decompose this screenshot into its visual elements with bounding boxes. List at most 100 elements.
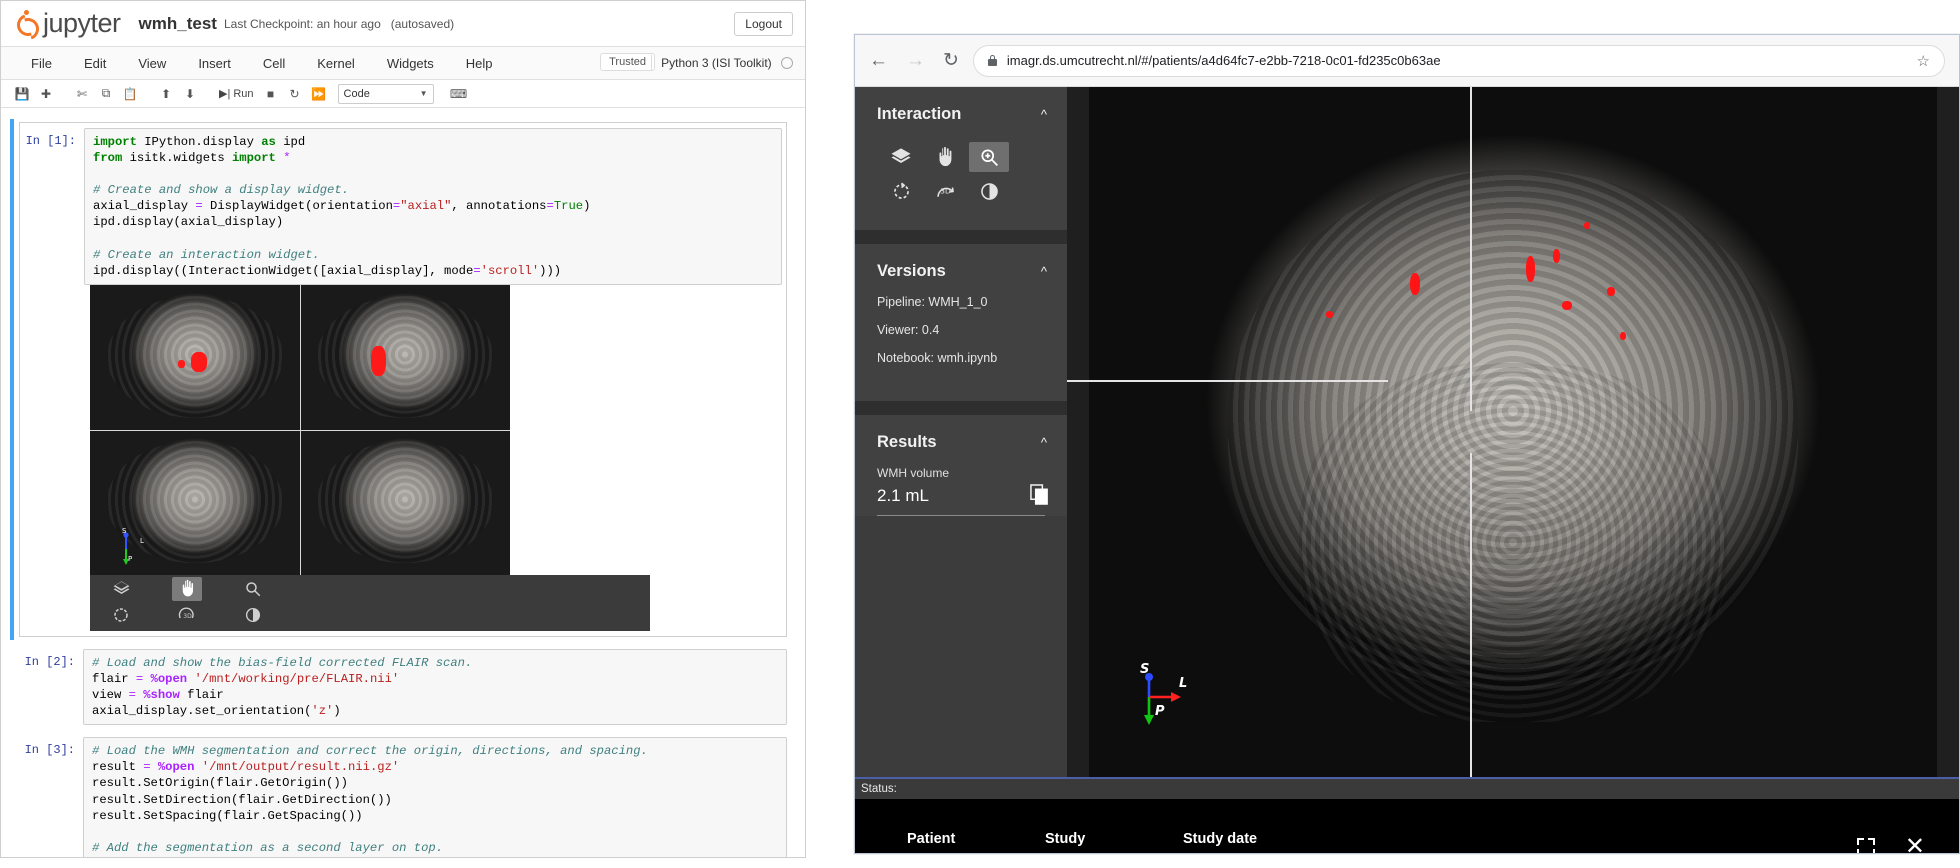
notebook-cell-3[interactable]: In [3]: # Load the WMH segmentation and … xyxy=(19,737,787,858)
3d-icon[interactable]: 3D xyxy=(925,176,965,206)
kernel-busy-icon xyxy=(781,57,793,69)
run-button[interactable]: ▶| Run xyxy=(215,87,258,101)
layers-icon[interactable] xyxy=(881,142,921,172)
orientation-marker-small: S P L xyxy=(116,527,166,567)
panel-results-header[interactable]: Results ^ xyxy=(855,415,1067,466)
crosshair-vertical-upper xyxy=(1470,87,1472,412)
kernel-indicator[interactable]: Python 3 (ISI Toolkit) xyxy=(651,55,793,71)
menu-insert[interactable]: Insert xyxy=(182,56,247,71)
restart-icon[interactable]: ↻ xyxy=(284,84,306,104)
panel-results-title: Results xyxy=(877,433,937,451)
command-palette-icon[interactable]: ⌨ xyxy=(448,84,470,104)
stop-icon[interactable]: ■ xyxy=(260,84,282,104)
mri-quadrant-top-left xyxy=(90,284,300,430)
cut-icon[interactable]: ✄ xyxy=(71,84,93,104)
notebook-cell-1[interactable]: In [1]: import IPython.display as ipd fro… xyxy=(10,119,787,640)
chevron-up-icon[interactable]: ^ xyxy=(1041,107,1047,122)
mri-quadrant-top-right xyxy=(300,284,510,430)
zoom-icon[interactable] xyxy=(969,142,1009,172)
panel-divider-1 xyxy=(855,230,1067,244)
panel-interaction: Interaction ^ 3D xyxy=(855,87,1067,230)
copy-icon[interactable]: ⧉ xyxy=(95,84,117,104)
restart-run-all-icon[interactable]: ⏩ xyxy=(308,84,330,104)
last-checkpoint-label: Last Checkpoint: an hour ago xyxy=(223,16,381,31)
results-body: WMH volume 2.1 mL xyxy=(855,466,1067,516)
menu-widgets[interactable]: Widgets xyxy=(371,56,450,71)
cell-type-value: Code xyxy=(343,87,370,100)
code-line: # Load the WMH segmentation and correct … xyxy=(92,744,648,759)
panel-results: Results ^ WMH volume 2.1 mL xyxy=(855,415,1067,516)
lesion-overlay xyxy=(1562,300,1573,310)
back-arrow-icon[interactable]: ← xyxy=(869,50,888,72)
move-down-icon[interactable]: ⬇ xyxy=(179,84,201,104)
zoom-icon[interactable] xyxy=(238,577,268,601)
cell-source-1[interactable]: import IPython.display as ipd from isitk.… xyxy=(84,128,782,285)
jupyter-logo[interactable]: jupyter xyxy=(13,7,121,44)
code-line: axial_display.set_orientation('z') xyxy=(92,704,341,719)
jupyter-logo-text: jupyter xyxy=(43,7,121,38)
menu-view[interactable]: View xyxy=(122,56,182,71)
screenshot-root: jupyter wmh_test Last Checkpoint: an hou… xyxy=(0,0,1960,868)
chevron-up-icon[interactable]: ^ xyxy=(1041,264,1047,279)
cell-output-prompt-1 xyxy=(20,285,84,631)
save-icon[interactable]: 💾 xyxy=(11,84,33,104)
status-bar: Status: xyxy=(855,777,1959,799)
address-bar[interactable]: imagr.ds.umcutrecht.nl/#/patients/a4d64f… xyxy=(972,44,1945,77)
menu-edit[interactable]: Edit xyxy=(68,56,122,71)
trusted-badge[interactable]: Trusted xyxy=(600,53,655,71)
wmh-volume-value: 2.1 mL xyxy=(877,486,929,505)
code-line: result.SetSpacing(flair.GetSpacing()) xyxy=(92,808,363,823)
star-icon[interactable]: ☆ xyxy=(1917,52,1930,70)
patient-info-bar: Patient Study MRI HERSENEN Study date xyxy=(855,799,1959,854)
close-icon[interactable]: ✕ xyxy=(1905,835,1925,854)
contrast-icon[interactable] xyxy=(969,176,1009,206)
chevron-up-icon[interactable]: ^ xyxy=(1041,435,1047,450)
jupyter-toolbar: 💾 ✚ ✄ ⧉ 📋 ⬆ ⬇ ▶| Run ■ ↻ ⏩ Code ▼ ⌨ xyxy=(1,80,805,108)
logout-button[interactable]: Logout xyxy=(734,12,793,36)
viewer-side-panel: Interaction ^ 3D Versions ^ Pipeline: WM… xyxy=(855,87,1067,777)
code-line: # Create an interaction widget. xyxy=(93,247,320,262)
reload-icon[interactable]: ↻ xyxy=(943,49,959,72)
contrast-icon[interactable] xyxy=(238,603,268,627)
menu-file[interactable]: File xyxy=(15,56,68,71)
mri-preview-grid[interactable]: S P L xyxy=(90,284,510,575)
rotate-icon[interactable] xyxy=(106,603,136,627)
cell-prompt-2: In [2]: xyxy=(24,654,75,669)
hand-icon[interactable] xyxy=(172,576,202,601)
forward-arrow-icon[interactable]: → xyxy=(906,50,925,72)
svg-text:S: S xyxy=(122,527,127,535)
panel-divider-2 xyxy=(855,401,1067,415)
wmh-volume-label: WMH volume xyxy=(877,466,950,480)
cell-source-3[interactable]: # Load the WMH segmentation and correct … xyxy=(83,737,787,858)
info-bar-actions: ✕ xyxy=(1856,835,1925,854)
svg-text:L: L xyxy=(1179,676,1187,691)
panel-versions-header[interactable]: Versions ^ xyxy=(855,244,1067,295)
menu-kernel[interactable]: Kernel xyxy=(301,56,371,71)
code-line: import IPython.display as ipd xyxy=(93,135,306,149)
info-column-study: Study MRI HERSENEN xyxy=(1045,831,1177,853)
mri-viewport[interactable]: S P L xyxy=(1067,87,1959,777)
jupyter-notebook-window: jupyter wmh_test Last Checkpoint: an hou… xyxy=(0,0,806,858)
lesion-overlay xyxy=(1620,331,1627,340)
menu-help[interactable]: Help xyxy=(450,56,509,71)
notebook-name[interactable]: wmh_test xyxy=(139,14,217,34)
rotate-icon[interactable] xyxy=(881,176,921,206)
paste-icon[interactable]: 📋 xyxy=(119,84,141,104)
cell-prompt-1: In [1]: xyxy=(25,134,76,148)
move-up-icon[interactable]: ⬆ xyxy=(155,84,177,104)
jupyter-menubar: File Edit View Insert Cell Kernel Widget… xyxy=(1,47,805,80)
code-line: view.add_layer( xyxy=(92,856,778,858)
copy-icon[interactable] xyxy=(1030,484,1049,510)
layers-icon[interactable] xyxy=(106,577,136,601)
menu-cell[interactable]: Cell xyxy=(247,56,301,71)
hand-icon[interactable] xyxy=(925,142,965,172)
cell-source-2[interactable]: # Load and show the bias-field corrected… xyxy=(83,648,787,726)
3d-icon[interactable]: 3D xyxy=(172,603,202,627)
notebook-cell-2[interactable]: In [2]: # Load and show the bias-field c… xyxy=(19,648,787,726)
cell-type-select[interactable]: Code ▼ xyxy=(337,83,434,104)
add-cell-icon[interactable]: ✚ xyxy=(35,84,57,104)
panel-interaction-header[interactable]: Interaction ^ xyxy=(855,87,1067,138)
autosave-status: (autosaved) xyxy=(390,16,455,31)
fullscreen-icon[interactable] xyxy=(1856,838,1875,853)
